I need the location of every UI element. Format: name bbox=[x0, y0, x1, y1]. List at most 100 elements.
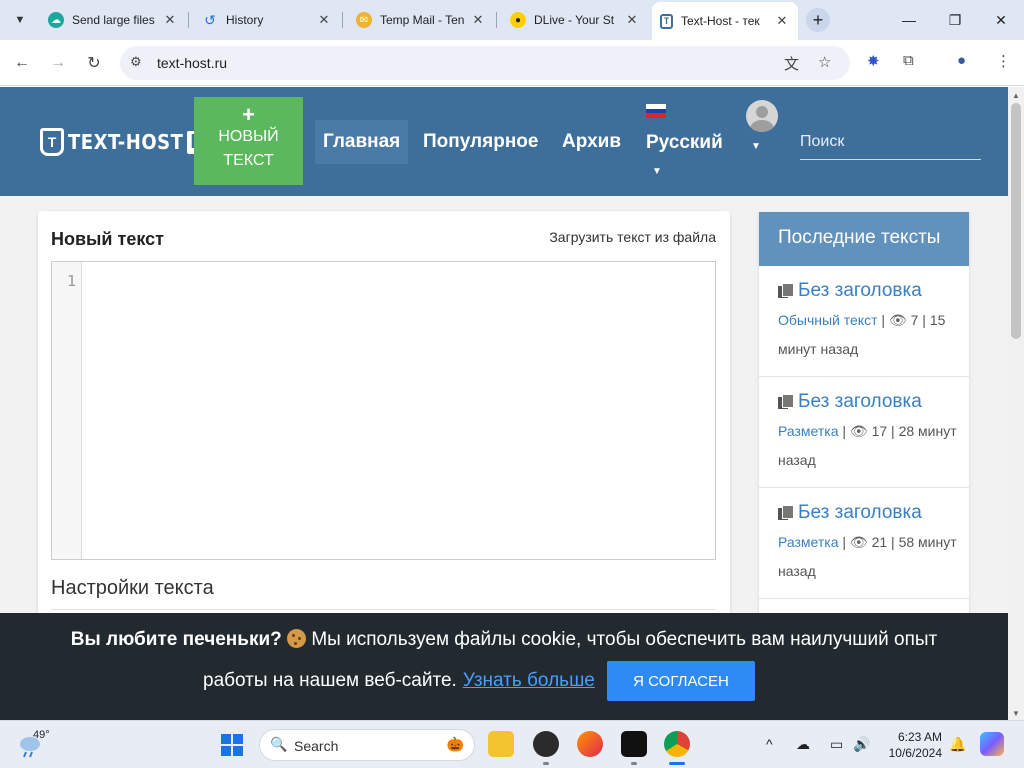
obs-icon[interactable] bbox=[533, 731, 559, 757]
taskbar-search[interactable]: 🔍 Search 🎃 bbox=[259, 729, 475, 761]
search-highlight-icon: 🎃 bbox=[446, 736, 464, 752]
close-icon[interactable]: ✕ bbox=[162, 12, 178, 28]
close-icon[interactable]: ✕ bbox=[470, 12, 486, 28]
copilot-icon[interactable] bbox=[980, 732, 1004, 756]
view-count: 17 bbox=[871, 423, 888, 439]
tab-text-host[interactable]: T Text-Host - тек ✕ bbox=[652, 2, 798, 40]
nav-archive[interactable]: Архив bbox=[554, 120, 629, 164]
restore-icon[interactable]: ❐ bbox=[932, 6, 978, 34]
recent-meta: Обычный текст | 👁 7 | 15 минут назад bbox=[778, 312, 946, 357]
language-selector[interactable]: Русский bbox=[646, 104, 723, 154]
bookmark-star-icon[interactable]: ☆ bbox=[818, 53, 831, 71]
reload-icon[interactable]: ↻ bbox=[80, 49, 108, 77]
cookie-message: Вы любите печеньки? Мы используем файлы … bbox=[0, 628, 1008, 652]
document-icon bbox=[778, 505, 794, 521]
nav-popular[interactable]: Популярное bbox=[415, 120, 546, 164]
notification-bell-icon[interactable]: 🔔 bbox=[949, 736, 966, 753]
extension-gear-icon[interactable]: ✸ bbox=[867, 52, 880, 70]
search-icon: 🔍 bbox=[270, 736, 288, 752]
new-text-label-line1: НОВЫЙ bbox=[218, 128, 279, 145]
new-tab-button[interactable]: + bbox=[806, 8, 830, 32]
text-type-link[interactable]: Разметка bbox=[778, 423, 839, 439]
profile-icon[interactable]: ● bbox=[957, 52, 966, 69]
upload-file-link[interactable]: Загрузить текст из файла bbox=[549, 229, 716, 245]
eye-icon: 👁 bbox=[849, 423, 868, 439]
recent-title-link[interactable]: Без заголовка bbox=[778, 391, 969, 413]
learn-more-link[interactable]: Узнать больше bbox=[463, 670, 595, 691]
time: 6:23 AM bbox=[897, 730, 942, 744]
audio-app-icon[interactable] bbox=[621, 731, 647, 757]
settings-title: Настройки текста bbox=[51, 577, 214, 599]
chevron-down-icon[interactable]: ▼ bbox=[751, 141, 761, 152]
date: 10/6/2024 bbox=[888, 746, 942, 760]
volume-icon[interactable]: 🔊 bbox=[853, 736, 870, 753]
display-icon[interactable]: ▭ bbox=[830, 736, 843, 753]
scroll-down-icon[interactable]: ▼ bbox=[1012, 709, 1020, 718]
avatar[interactable] bbox=[746, 100, 778, 132]
close-icon[interactable]: ✕ bbox=[774, 13, 790, 29]
recent-title-link[interactable]: Без заголовка bbox=[778, 502, 969, 524]
text-type-link[interactable]: Обычный текст bbox=[778, 312, 878, 328]
history-icon: ↺ bbox=[204, 11, 216, 28]
back-icon[interactable]: ← bbox=[8, 49, 36, 77]
url-text[interactable]: text-host.ru bbox=[157, 55, 227, 71]
clock[interactable]: 6:23 AM 10/6/2024 bbox=[882, 729, 942, 761]
editor-title: Новый текст bbox=[51, 229, 164, 249]
temperature: 49° bbox=[33, 729, 50, 741]
logo-text: TEXT-HOST bbox=[68, 130, 184, 154]
line-number: 1 bbox=[66, 272, 76, 290]
forward-icon[interactable]: → bbox=[44, 49, 72, 77]
language-label: Русский bbox=[646, 132, 723, 153]
text-type-link[interactable]: Разметка bbox=[778, 534, 839, 550]
running-indicator bbox=[631, 762, 637, 765]
network-off-icon[interactable]: ☁ bbox=[796, 736, 810, 753]
cookie-heading: Вы любите печеньки? bbox=[70, 629, 282, 650]
firefox-icon[interactable] bbox=[577, 731, 603, 757]
cookie-banner: Вы любите печеньки? Мы используем файлы … bbox=[0, 613, 1008, 720]
translate-icon[interactable]: 文 bbox=[784, 53, 799, 74]
scroll-thumb[interactable] bbox=[1011, 103, 1021, 339]
tab-dlive[interactable]: ● DLive - Your St ✕ bbox=[502, 6, 648, 34]
browser-toolbar: ← → ↻ ⚙ text-host.ru 文 ☆ ✸ ⧉ ● ⋮ bbox=[0, 40, 1024, 86]
browser-tab-strip: ▼ ☁ Send large files ✕ ↺ History ✕ ✉ Tem… bbox=[0, 0, 1024, 40]
tab-separator bbox=[496, 12, 497, 28]
cookie-agree-button[interactable]: Я СОГЛАСЕН bbox=[607, 661, 755, 701]
russia-flag-icon bbox=[646, 104, 666, 118]
scroll-up-icon[interactable]: ▲ bbox=[1012, 91, 1020, 100]
page-scrollbar[interactable]: ▲ ▼ bbox=[1008, 87, 1024, 720]
tab-history[interactable]: ↺ History ✕ bbox=[194, 6, 340, 34]
editor-gutter: 1 bbox=[52, 262, 82, 559]
active-indicator bbox=[669, 762, 685, 765]
nav-home[interactable]: Главная bbox=[315, 120, 409, 164]
logo-mark-icon: T bbox=[40, 128, 64, 156]
recent-meta: Разметка | 👁 17 | 28 минут назад bbox=[778, 423, 957, 468]
windows-taskbar: 49° 🔍 Search 🎃 ^ ☁ ▭ 🔊 6:23 AM 10/6/2024… bbox=[0, 720, 1024, 768]
recent-title-link[interactable]: Без заголовка bbox=[778, 280, 969, 302]
windows-start-icon[interactable] bbox=[221, 734, 243, 756]
tab-temp-mail[interactable]: ✉ Temp Mail - Ten ✕ bbox=[348, 6, 494, 34]
chrome-icon[interactable] bbox=[664, 731, 690, 757]
running-indicator bbox=[543, 762, 549, 765]
tab-search-chevron-icon[interactable]: ▼ bbox=[8, 8, 32, 32]
window-close-icon[interactable]: ✕ bbox=[978, 6, 1024, 34]
tab-send-large-files[interactable]: ☁ Send large files ✕ bbox=[40, 6, 186, 34]
new-text-button[interactable]: + НОВЫЙ ТЕКСТ bbox=[194, 97, 303, 185]
minimize-icon[interactable]: — bbox=[886, 6, 932, 34]
eye-icon: 👁 bbox=[888, 312, 907, 328]
document-icon bbox=[778, 394, 794, 410]
mail-icon: ✉ bbox=[356, 12, 372, 28]
address-bar[interactable]: ⚙ text-host.ru 文 ☆ bbox=[120, 46, 850, 80]
text-editor[interactable]: 1 bbox=[51, 261, 716, 560]
cookie-message-line2: работы на нашем веб-сайте. Узнать больше bbox=[203, 669, 595, 693]
chevron-down-icon[interactable]: ▼ bbox=[652, 166, 662, 177]
close-icon[interactable]: ✕ bbox=[624, 12, 640, 28]
extensions-puzzle-icon[interactable]: ⧉ bbox=[903, 52, 914, 69]
menu-dots-icon[interactable]: ⋮ bbox=[996, 52, 1011, 70]
site-settings-icon[interactable]: ⚙ bbox=[130, 54, 142, 70]
recent-texts-sidebar: Последние тексты Без заголовка Обычный т… bbox=[759, 212, 969, 632]
search-input[interactable] bbox=[800, 124, 981, 160]
chevron-up-icon[interactable]: ^ bbox=[766, 736, 773, 752]
close-icon[interactable]: ✕ bbox=[316, 12, 332, 28]
file-explorer-icon[interactable] bbox=[488, 731, 514, 757]
tab-separator bbox=[342, 12, 343, 28]
